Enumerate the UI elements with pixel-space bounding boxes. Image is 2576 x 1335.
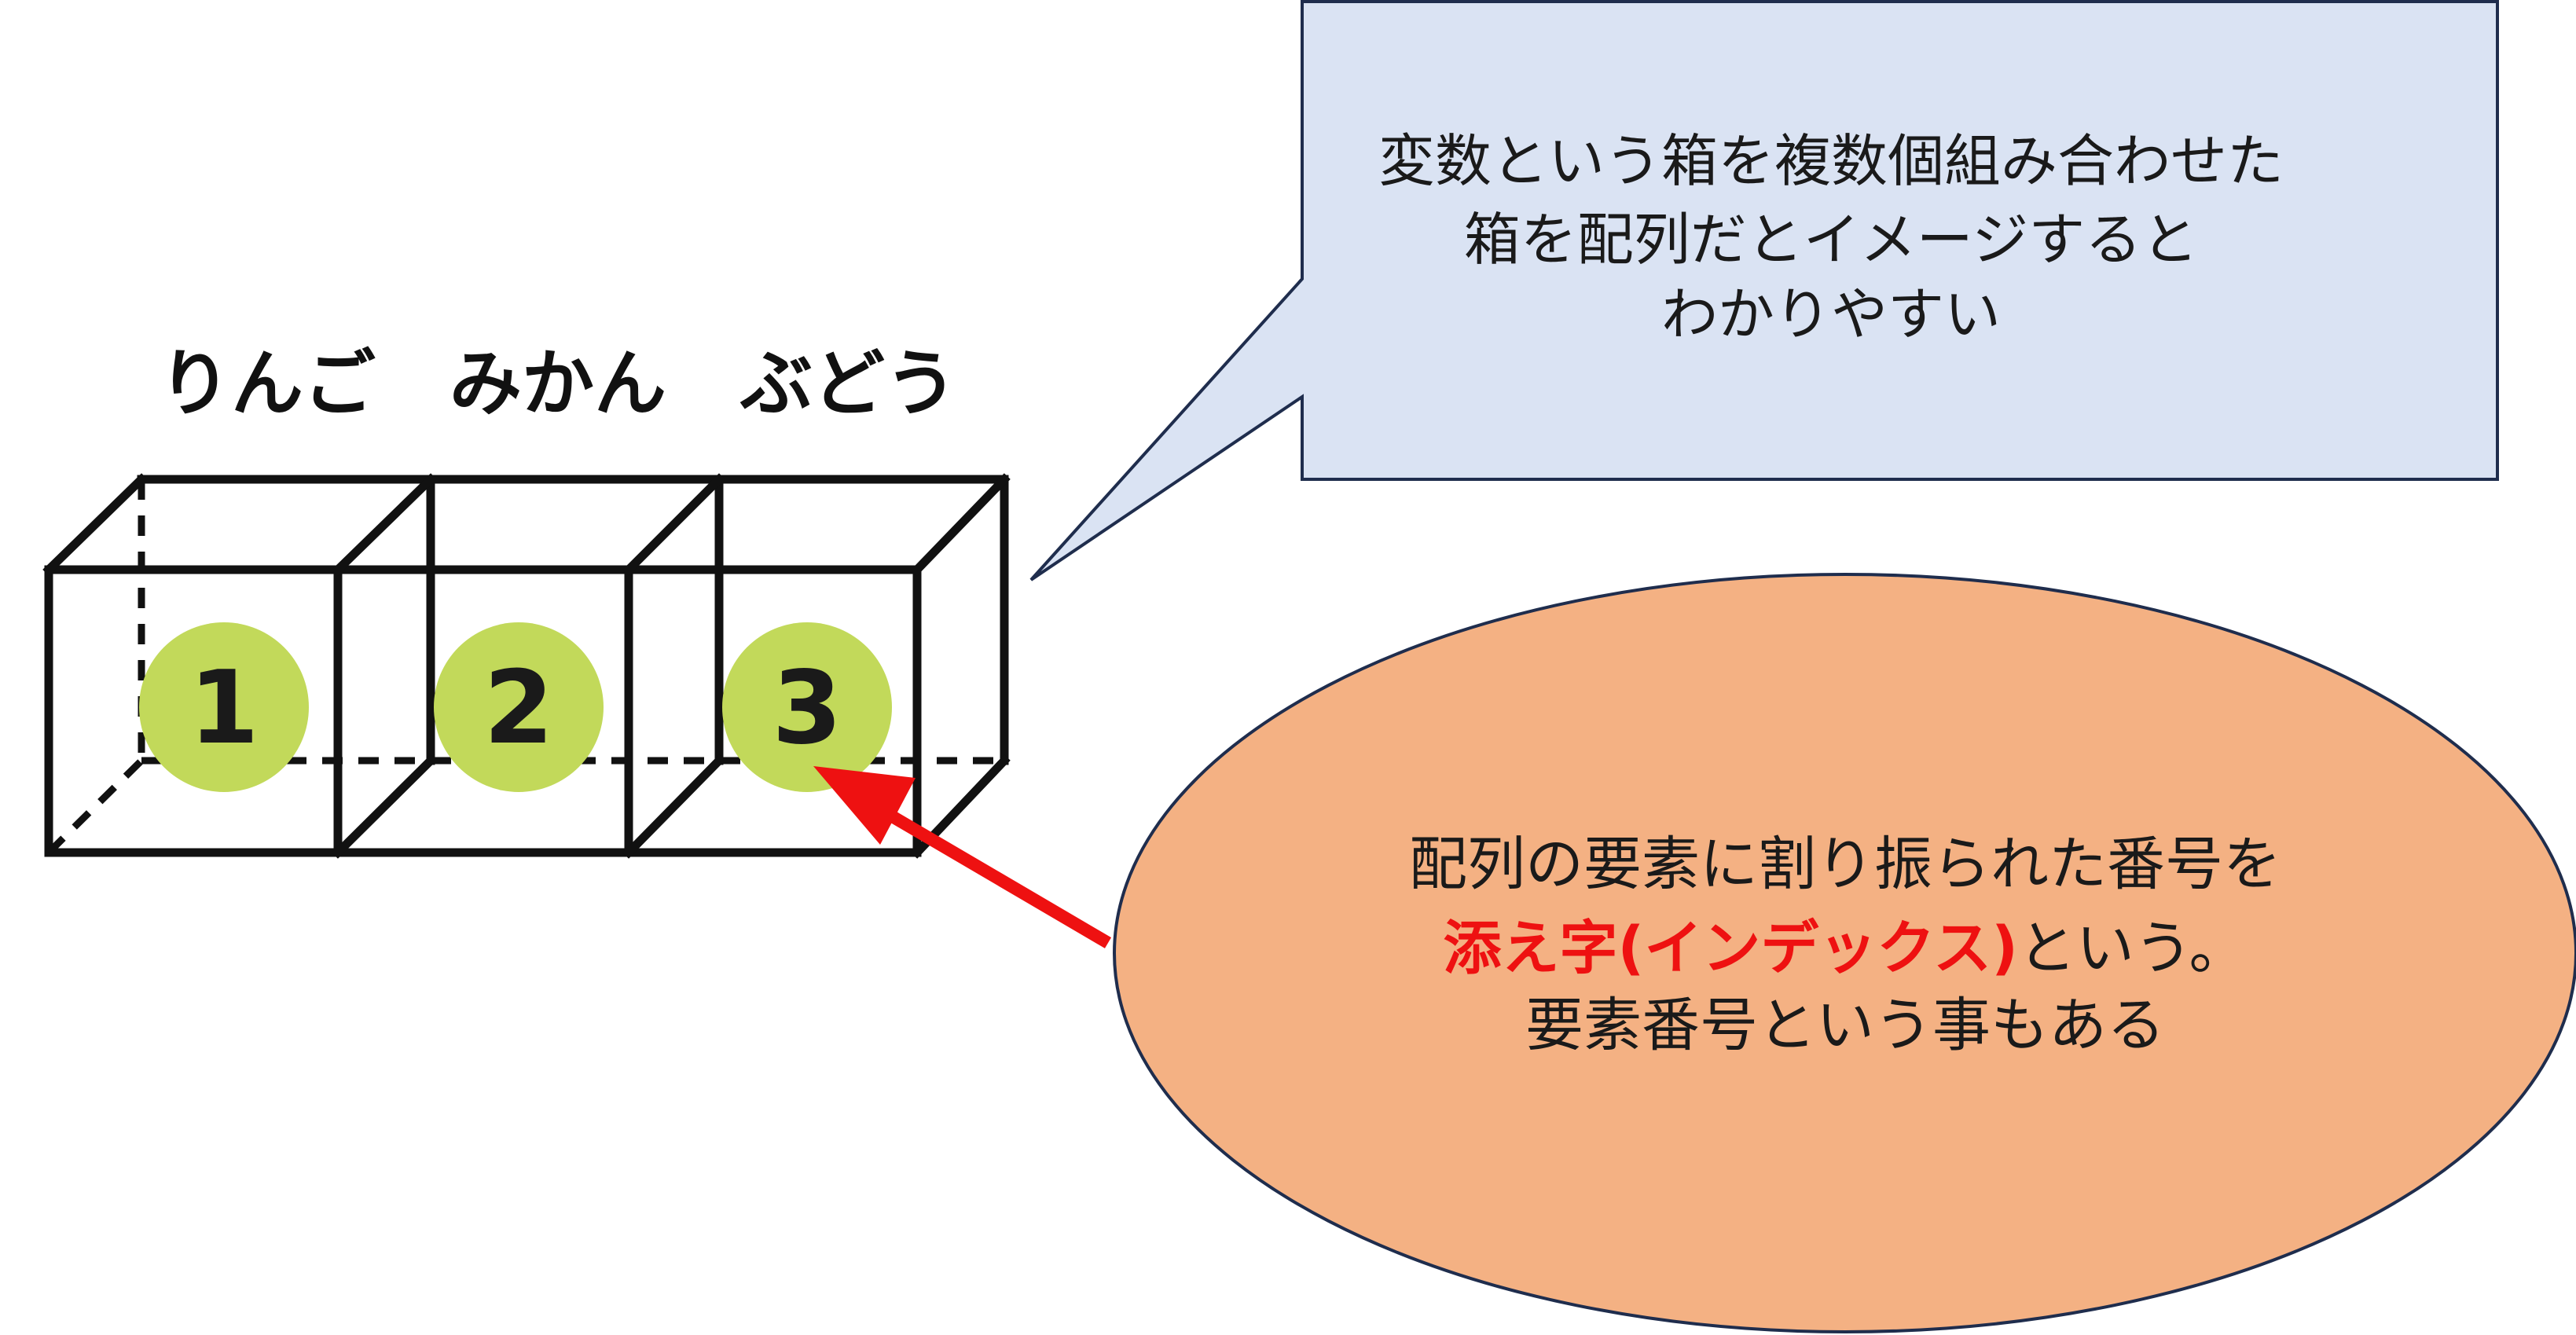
box-labels: りんご みかん ぶどう bbox=[159, 342, 957, 426]
array-diagram: りんご みかん ぶどう 1 2 3 変数という箱を複数個組み合わせた 箱を配列だ… bbox=[42, 0, 2576, 1333]
explanation-text: 配列の要素に割り振られた番号を 添え字(インデックス)という。 要素番号という事… bbox=[1409, 831, 2281, 1059]
box-depth-bottom-2 bbox=[332, 754, 437, 859]
arrow-shaft bbox=[876, 804, 1112, 948]
index-number-1: 1 bbox=[189, 650, 259, 767]
explanation-line-3: 要素番号という事もある bbox=[1525, 992, 2165, 1059]
explanation-line-1: 配列の要素に割り振られた番号を bbox=[1409, 831, 2281, 898]
explanation-line-2-rest: という。 bbox=[2018, 915, 2248, 982]
box-depth-top-3 bbox=[622, 473, 725, 576]
explanation-line-2: 添え字(インデックス)という。 bbox=[1444, 915, 2248, 982]
box-label-1: りんご bbox=[159, 342, 376, 426]
box-label-2: みかん bbox=[450, 342, 666, 426]
box-depth-top-2 bbox=[332, 473, 437, 576]
callout-line-1: 変数という箱を複数個組み合わせた bbox=[1378, 128, 2284, 194]
callout-line-2: 箱を配列だとイメージすると bbox=[1464, 207, 2199, 273]
box-hidden-depth-bottom-1 bbox=[46, 757, 145, 856]
box-depth-top-4 bbox=[911, 473, 1011, 576]
index-markers: 1 2 3 bbox=[139, 622, 892, 792]
box-depth-top-1 bbox=[42, 473, 148, 576]
arrow-head bbox=[813, 766, 916, 845]
box-depth-bottom-3 bbox=[622, 754, 725, 859]
index-number-2: 2 bbox=[483, 650, 553, 767]
index-term-highlight: 添え字(インデックス) bbox=[1444, 915, 2018, 982]
index-number-3: 3 bbox=[772, 650, 842, 767]
callout-line-3: わかりやすい bbox=[1661, 281, 2001, 347]
box-label-3: ぶどう bbox=[739, 342, 957, 426]
